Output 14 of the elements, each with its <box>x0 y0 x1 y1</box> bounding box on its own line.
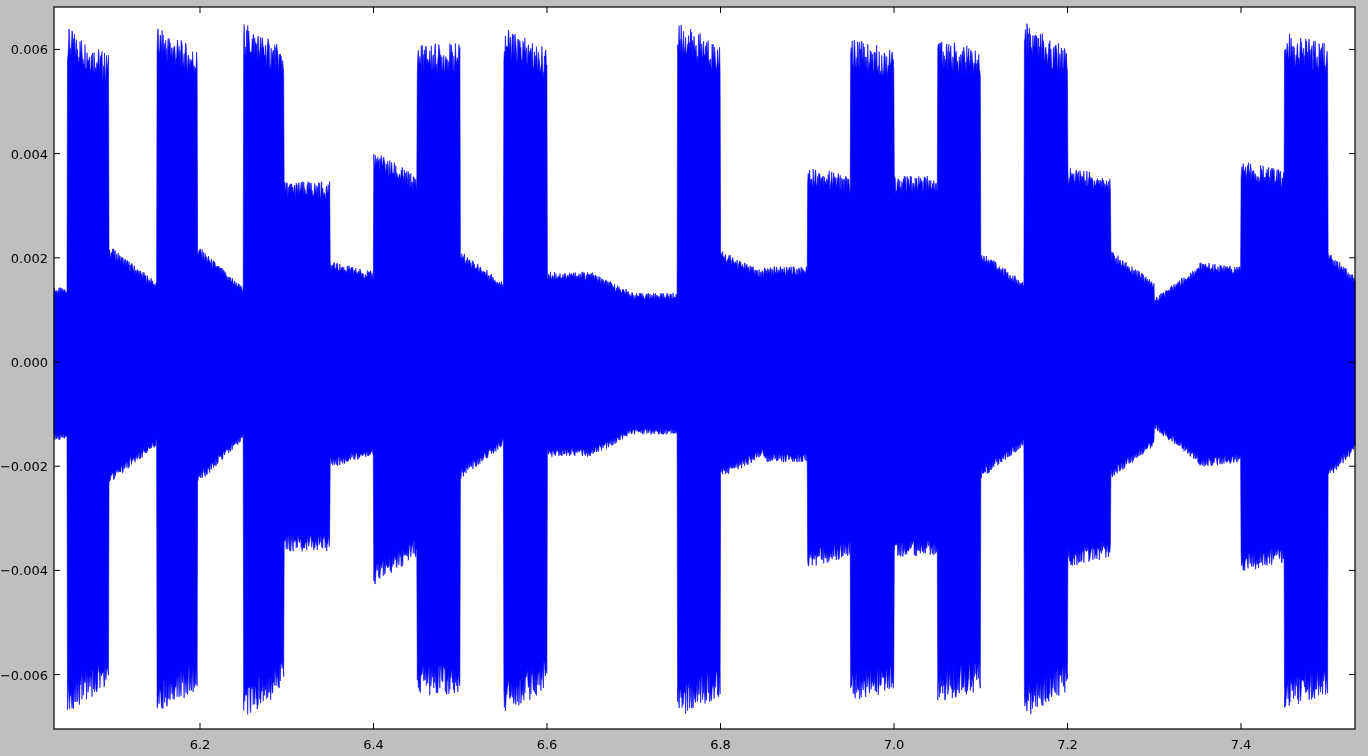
y-tick-label: −0.006 <box>0 667 48 683</box>
x-tick-label: 7.0 <box>883 737 905 752</box>
y-tick-label: −0.004 <box>0 563 48 579</box>
y-tick-label: 0.002 <box>10 250 48 266</box>
x-tick-label: 6.8 <box>710 737 731 752</box>
x-tick-label: 6.6 <box>536 737 558 752</box>
y-tick-label: 0.006 <box>10 42 48 58</box>
y-tick-label: 0.004 <box>10 146 48 162</box>
x-tick-label: 7.2 <box>1057 737 1078 752</box>
y-tick-label: 0.000 <box>10 355 48 370</box>
x-tick-label: 7.4 <box>1230 737 1252 752</box>
x-tick-label: 6.4 <box>363 737 384 752</box>
x-tick-label: 6.2 <box>189 737 211 752</box>
y-tick-label: −0.002 <box>0 459 48 475</box>
